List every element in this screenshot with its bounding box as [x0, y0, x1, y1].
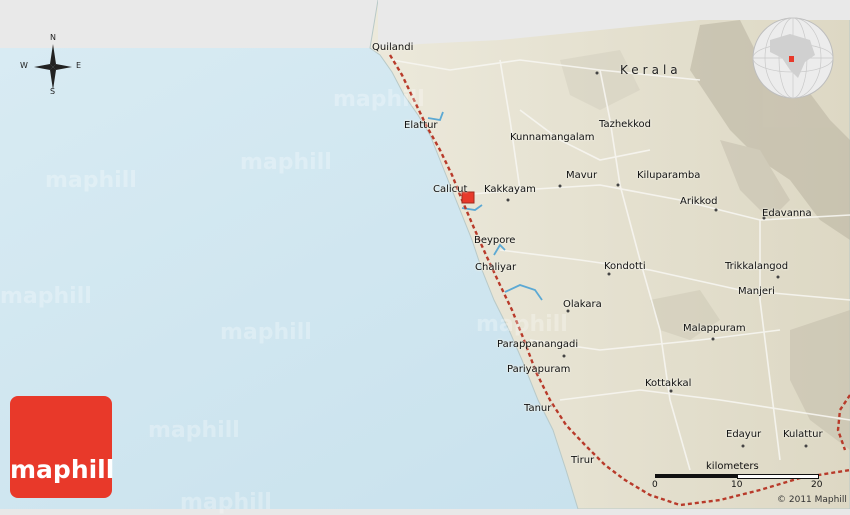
place-label-kiluparamba[interactable]: Kiluparamba	[637, 170, 700, 182]
place-label-quilandi[interactable]: Quilandi	[372, 42, 413, 54]
globe-inset	[752, 17, 834, 99]
place-label-kunnamangalam[interactable]: Kunnamangalam	[510, 132, 595, 144]
watermark: maphill	[240, 150, 332, 175]
place-label-chaliyar[interactable]: Chaliyar	[475, 262, 516, 274]
scale-tick-20: 20	[811, 480, 823, 490]
place-label-parappanangadi[interactable]: Parappanangadi	[497, 339, 578, 351]
place-label-kakkayam[interactable]: Kakkayam	[484, 184, 536, 196]
scale-tick-0: 0	[652, 480, 658, 490]
place-label-mavur[interactable]: Mavur	[566, 170, 597, 182]
place-label-tazhekkod[interactable]: Tazhekkod	[599, 119, 651, 131]
place-label-kondotti[interactable]: Kondotti	[604, 261, 646, 273]
watermark: maphill	[333, 87, 425, 112]
place-label-arikkod[interactable]: Arikkod	[680, 196, 717, 208]
compass-east: E	[76, 61, 82, 70]
place-label-olakara[interactable]: Olakara	[563, 299, 602, 311]
maphill-logo[interactable]: maphill	[10, 396, 115, 498]
place-label-elattur[interactable]: Elattur	[404, 120, 438, 132]
scale-bar	[655, 474, 819, 479]
watermark: maphill	[45, 168, 137, 193]
place-label-edavanna[interactable]: Edavanna	[762, 208, 812, 220]
place-label-malappuram[interactable]: Malappuram	[683, 323, 746, 335]
place-label-pariyapuram[interactable]: Pariyapuram	[507, 364, 570, 376]
watermark: maphill	[0, 284, 92, 309]
region-label-kerala: Kerala	[620, 63, 682, 77]
compass-north: N	[50, 33, 56, 42]
compass-south: S	[50, 87, 56, 96]
place-label-trikkalangod[interactable]: Trikkalangod	[725, 261, 788, 273]
watermark: maphill	[220, 320, 312, 345]
logo-text: maphill	[10, 455, 115, 484]
scale-tick-10: 10	[731, 480, 743, 490]
place-label-beypore[interactable]: Beypore	[474, 235, 515, 247]
watermark: maphill	[180, 490, 272, 515]
map-canvas[interactable]	[0, 0, 850, 509]
place-label-kulattur[interactable]: Kulattur	[783, 429, 823, 441]
compass-west: W	[20, 61, 28, 70]
copyright-notice: © 2011 Maphill	[777, 495, 847, 505]
place-label-tanur[interactable]: Tanur	[524, 403, 551, 415]
place-label-kottakkal[interactable]: Kottakkal	[645, 378, 691, 390]
place-label-calicut[interactable]: Calicut	[433, 184, 467, 196]
place-label-edayur[interactable]: Edayur	[726, 429, 761, 441]
place-label-manjeri[interactable]: Manjeri	[738, 286, 775, 298]
place-label-tirur[interactable]: Tirur	[571, 455, 594, 467]
watermark: maphill	[148, 418, 240, 443]
watermark: maphill	[476, 312, 568, 337]
scale-title: kilometers	[706, 461, 759, 472]
